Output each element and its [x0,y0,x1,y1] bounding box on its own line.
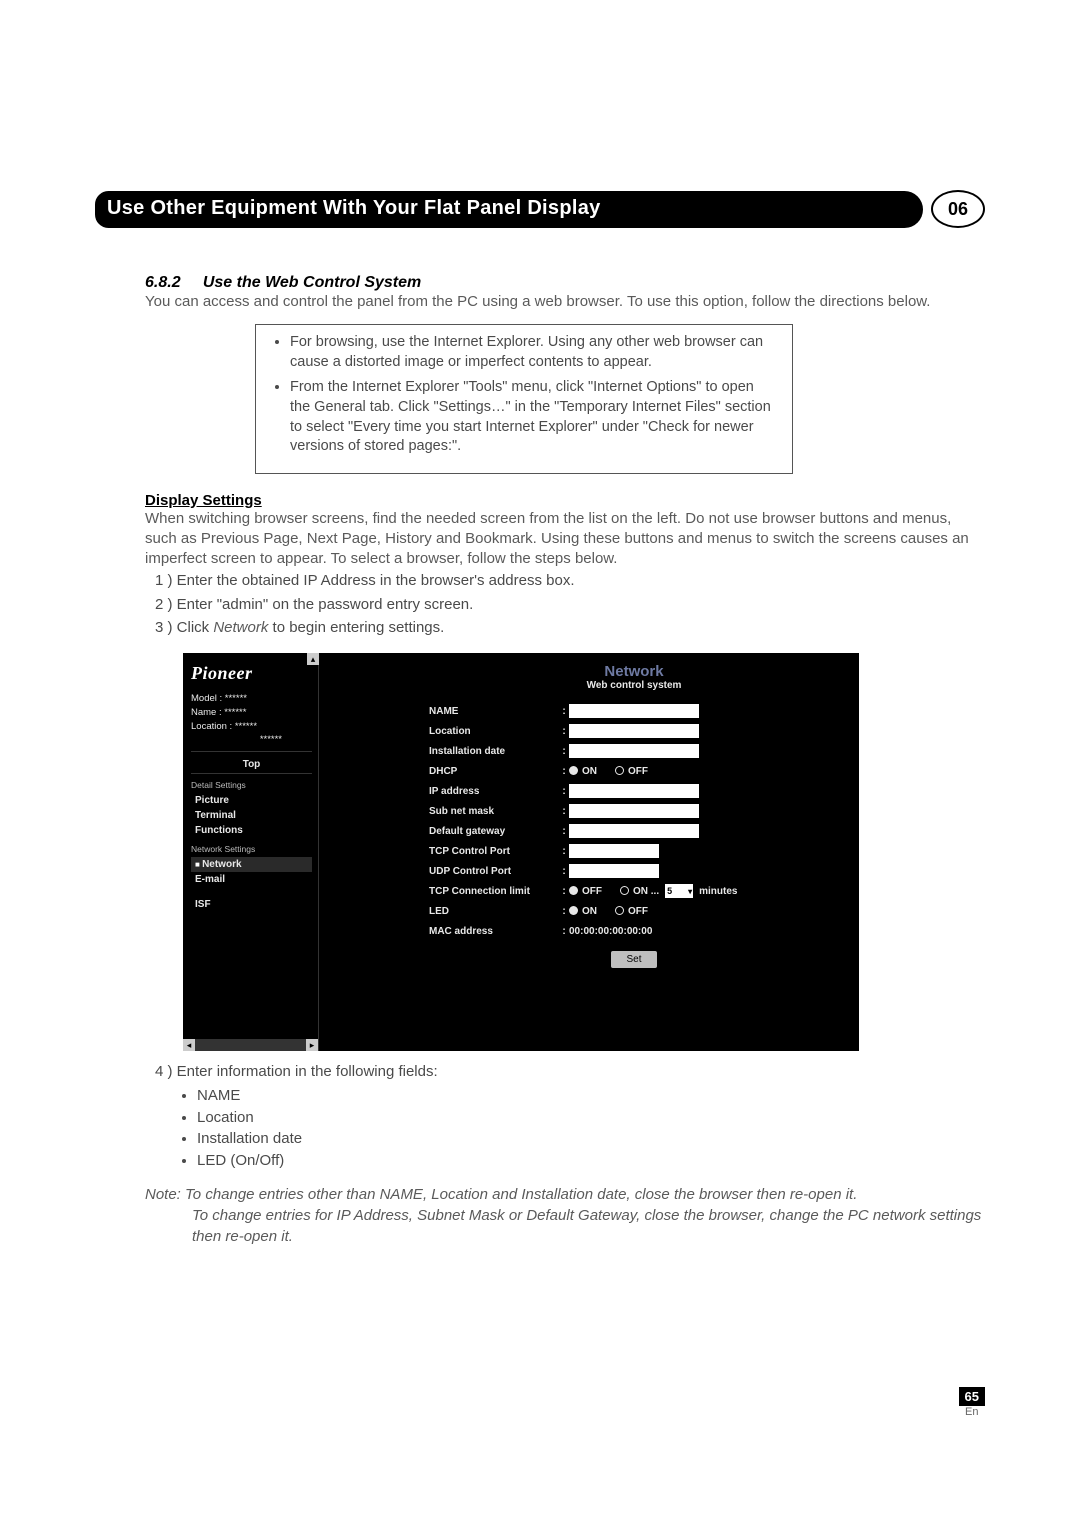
mac-address-value: 00:00:00:00:00:00 [569,926,652,937]
label-tcp-limit: TCP Connection limit [429,886,559,897]
web-control-sidebar: ▴ Pioneer Model : ****** Name : ****** L… [183,653,319,1051]
web-control-screenshot: ▴ Pioneer Model : ****** Name : ****** L… [183,653,859,1051]
callout-item: For browsing, use the Internet Explorer.… [290,333,774,372]
select-connlimit-minutes[interactable]: 5 [665,884,693,898]
chapter-title: Use Other Equipment With Your Flat Panel… [95,191,923,228]
display-settings-heading: Display Settings [145,492,985,509]
chapter-number-badge: 06 [931,190,985,228]
web-control-main: Network Web control system NAME: Locatio… [319,653,859,1051]
step-2: 2 ) Enter "admin" on the password entry … [155,593,985,616]
display-settings-para: When switching browser screens, find the… [145,509,975,570]
input-udp-port[interactable] [569,864,659,878]
set-button[interactable]: Set [611,951,657,968]
sidebar-item-email[interactable]: E-mail [191,872,312,887]
radio-led-on[interactable]: ON [569,906,597,917]
input-tcp-port[interactable] [569,844,659,858]
device-model: Model : ****** [191,692,312,706]
callout-item: From the Internet Explorer "Tools" menu,… [290,378,774,456]
sidebar-item-isf[interactable]: ISF [191,897,312,912]
scroll-up-button[interactable]: ▴ [307,653,319,665]
label-gateway: Default gateway [429,826,559,837]
radio-dhcp-off[interactable]: OFF [615,766,648,777]
radio-connlimit-on[interactable]: ON ... [620,886,659,897]
label-udp-port: UDP Control Port [429,866,559,877]
sidebar-item-functions[interactable]: Functions [191,823,312,838]
horizontal-scrollbar[interactable]: ◂ ▸ [183,1039,318,1051]
label-ip: IP address [429,786,559,797]
input-install-date[interactable] [569,744,699,758]
label-subnet: Sub net mask [429,806,559,817]
radio-dhcp-on[interactable]: ON [569,766,597,777]
radio-led-off[interactable]: OFF [615,906,648,917]
intro-paragraph: You can access and control the panel fro… [145,292,975,312]
step-4-line: 4 ) Enter information in the following f… [155,1061,985,1083]
section-heading: 6.8.2 Use the Web Control System [95,274,985,292]
sidebar-item-terminal[interactable]: Terminal [191,808,312,823]
scroll-left-button[interactable]: ◂ [183,1039,195,1051]
sidebar-item-picture[interactable]: Picture [191,793,312,808]
step-3: 3 ) Click Network to begin entering sett… [155,616,985,639]
page-footer: 65 En [959,1387,985,1418]
field-bullet: NAME [197,1085,985,1107]
sidebar-group-detail: Detail Settings [191,780,312,790]
steps-list: 1 ) Enter the obtained IP Address in the… [155,569,985,639]
label-mac: MAC address [429,926,559,937]
chapter-header: Use Other Equipment With Your Flat Panel… [95,190,985,228]
label-minutes: minutes [699,886,737,897]
sidebar-group-network: Network Settings [191,844,312,854]
sidebar-item-top[interactable]: Top [191,756,312,774]
section-number: 6.8.2 [145,274,181,291]
note-line-2: To change entries for IP Address, Subnet… [192,1205,985,1247]
wc-page-title: Network [429,663,839,680]
device-name: Name : ****** [191,706,312,720]
field-bullet: Installation date [197,1128,985,1150]
field-bullet: LED (On/Off) [197,1150,985,1172]
field-bullet: Location [197,1107,985,1129]
label-name: NAME [429,706,559,717]
sidebar-item-network[interactable]: Network [191,857,312,872]
input-gateway[interactable] [569,824,699,838]
label-tcp-port: TCP Control Port [429,846,559,857]
page-number: 65 [959,1387,985,1406]
callout-box: For browsing, use the Internet Explorer.… [255,324,793,473]
input-location[interactable] [569,724,699,738]
label-location: Location [429,726,559,737]
label-led: LED [429,906,559,917]
input-subnet[interactable] [569,804,699,818]
input-ip[interactable] [569,784,699,798]
pioneer-logo: Pioneer [191,663,312,684]
device-location-2: ****** [191,733,312,747]
input-name[interactable] [569,704,699,718]
scroll-right-button[interactable]: ▸ [306,1039,318,1051]
step-4-block: 4 ) Enter information in the following f… [155,1061,985,1172]
wc-page-subtitle: Web control system [429,680,839,691]
device-info-block: Model : ****** Name : ****** Location : … [191,692,312,752]
label-dhcp: DHCP [429,766,559,777]
page-language: En [959,1406,985,1418]
scroll-track[interactable] [195,1039,306,1051]
device-location: Location : ****** [191,720,312,734]
label-install-date: Installation date [429,746,559,757]
step-1: 1 ) Enter the obtained IP Address in the… [155,569,985,592]
note-line-1: Note: To change entries other than NAME,… [145,1184,985,1205]
section-title: Use the Web Control System [203,274,421,291]
radio-connlimit-off[interactable]: OFF [569,886,602,897]
